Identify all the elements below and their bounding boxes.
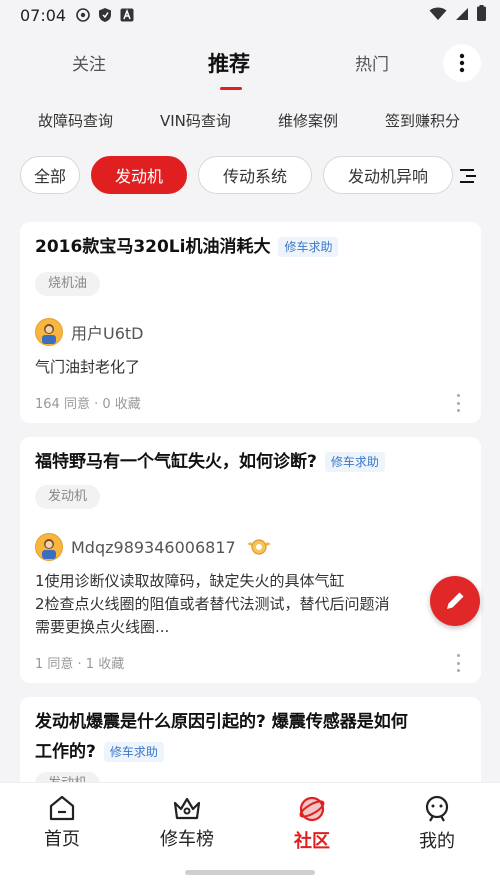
link-checkin-points[interactable]: 签到赚积分 [385,110,460,131]
post-title[interactable]: 发动机爆震是什么原因引起的? 爆震传感器是如何 工作的? 修车求助 [35,707,475,767]
tab-hot[interactable]: 热门 [355,50,389,75]
author-row[interactable]: 用户U6tD [35,317,144,347]
gesture-handle[interactable] [185,870,315,875]
user-name: 用户U6tD [71,324,144,343]
notification-dot-icon [76,8,90,22]
more-menu-button[interactable] [443,44,481,82]
compose-post-button[interactable] [430,576,480,626]
shield-icon [98,7,112,23]
topic-tag[interactable]: 烧机油 [35,272,101,296]
topic-tag[interactable]: 发动机 [35,485,101,509]
tab-follow[interactable]: 关注 [72,50,106,75]
link-vin-query[interactable]: VIN码查询 [160,110,231,131]
user-name: Mdqz989346006817 [71,537,236,557]
post-title[interactable]: 2016款宝马320Li机油消耗大 修车求助 [35,232,339,262]
post-title[interactable]: 福特野马有一个气缸失火，如何诊断? 修车求助 [35,447,385,477]
post-body[interactable]: 1使用诊断仪读取故障码，缺定失火的具体气缸 2检查点火线圈的阻值或者替代法测试，… [35,570,455,639]
post-title-text: 2016款宝马320Li机油消耗大 [35,237,271,257]
nav-label: 社区 [294,831,330,852]
category-chips: 全部 发动机 传动系统 发动机异响 [0,156,500,196]
post-title-text-line2: 工作的? [35,742,96,762]
chip-engine[interactable]: 发动机 [91,156,187,194]
nav-label: 首页 [44,829,80,850]
gesture-area [0,858,500,888]
wifi-icon [429,6,447,25]
chip-transmission[interactable]: 传动系统 [198,156,312,194]
post-title-text: 发动机爆震是什么原因引起的? 爆震传感器是如何 [35,712,408,732]
home-icon [49,795,75,821]
chip-engine-noise[interactable]: 发动机异响 [323,156,453,194]
post-card[interactable]: 福特野马有一个气缸失火，如何诊断? 修车求助 发动机 Mdqz9893460068… [20,437,481,683]
post-title-text: 福特野马有一个气缸失火，如何诊断? [35,452,317,472]
chip-all[interactable]: 全部 [20,156,80,194]
post-card[interactable]: 2016款宝马320Li机油消耗大 修车求助 烧机油 用户U6tD 气门油封老化了… [20,222,481,423]
card-more-icon[interactable] [455,654,461,672]
bottom-nav: 首页 修车榜 社区 我的 [0,782,500,858]
nav-home[interactable]: 首页 [12,795,112,851]
avatar [35,533,63,561]
category-menu-icon[interactable] [458,166,482,186]
status-bar: 07:04 [0,0,500,30]
crown-icon [173,797,201,820]
card-more-icon[interactable] [455,394,461,412]
pencil-icon [447,592,464,609]
nav-ranking[interactable]: 修车榜 [137,795,237,851]
author-row[interactable]: Mdqz989346006817 [35,532,272,562]
battery-icon [477,5,486,25]
vertical-dots-icon [459,53,465,73]
active-tab-indicator [220,87,242,90]
user-face-icon [425,795,449,822]
nav-label: 我的 [419,831,455,852]
level-badge-icon [246,538,272,556]
link-fault-code[interactable]: 故障码查询 [38,110,113,131]
help-badge: 修车求助 [278,237,339,257]
planet-icon [299,796,325,822]
nav-mine[interactable]: 我的 [387,795,487,853]
avatar [35,318,63,346]
post-stats: 164 同意 · 0 收藏 [35,397,141,412]
app-a-icon [120,8,134,22]
signal-icon [455,6,469,25]
post-body[interactable]: 气门油封老化了 [35,356,465,379]
tab-recommend[interactable]: 推荐 [208,48,250,78]
nav-label: 修车榜 [160,829,214,850]
help-badge: 修车求助 [324,452,385,472]
link-repair-cases[interactable]: 维修案例 [278,110,338,131]
quick-links: 故障码查询 VIN码查询 维修案例 签到赚积分 [0,110,500,136]
nav-community[interactable]: 社区 [262,795,362,853]
status-time: 07:04 [20,5,67,25]
post-stats: 1 同意 · 1 收藏 [35,657,125,672]
help-badge: 修车求助 [103,742,164,762]
top-tab-bar: 关注 推荐 热门 [0,40,500,92]
